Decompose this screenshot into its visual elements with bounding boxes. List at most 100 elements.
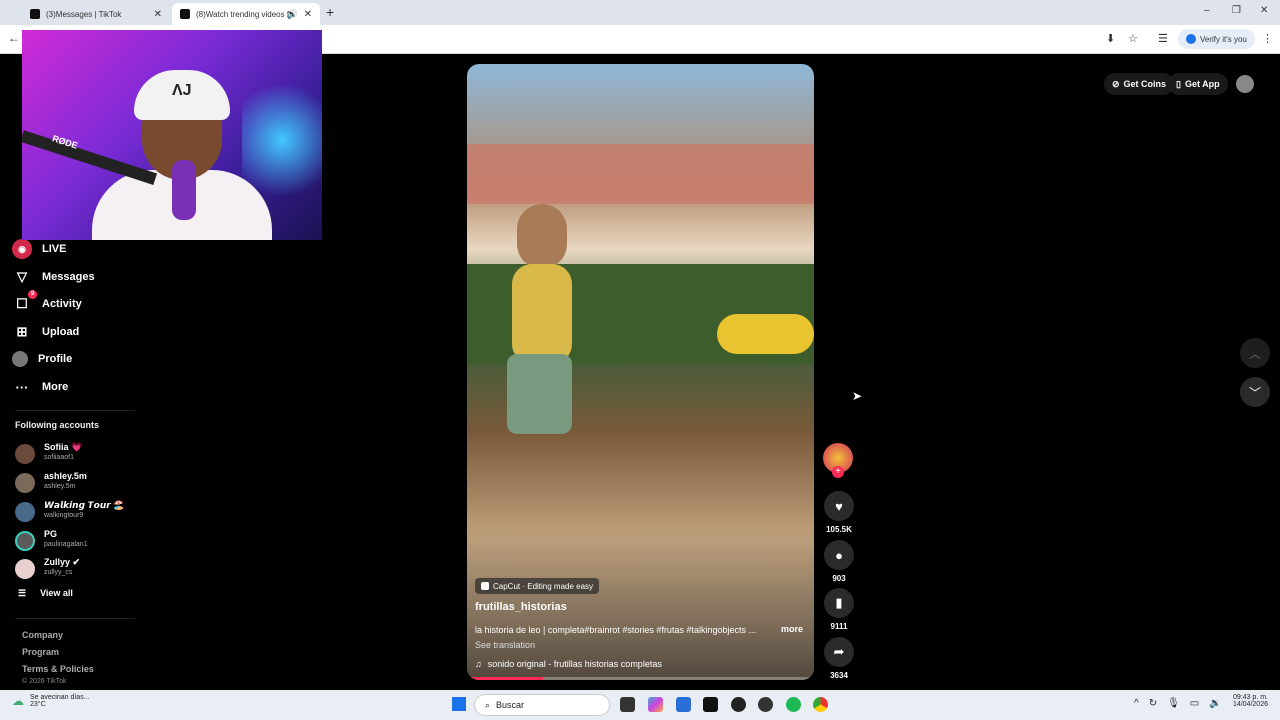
capcut-tag[interactable]: CapCut · Editing made easy (475, 578, 600, 594)
profile-avatar[interactable] (1236, 75, 1254, 93)
see-translation-link[interactable]: See translation (475, 640, 535, 650)
divider (15, 618, 135, 619)
copyright: © 2026 TikTok (22, 678, 67, 685)
comment-count: 903 (832, 574, 846, 583)
verify-identity-chip[interactable]: Verify it's you (1178, 29, 1255, 49)
follow-plus-icon[interactable]: + (832, 466, 844, 478)
video-progress-fill (467, 677, 544, 680)
video-progress-bar[interactable] (467, 677, 814, 680)
video-sound[interactable]: ♫ sonido original - frutillas historias … (475, 659, 662, 669)
taskbar-clock[interactable]: 09:43 p. m. 14/04/2026 (1228, 694, 1268, 708)
task-view-icon[interactable] (620, 697, 635, 712)
volume-icon[interactable]: 🔉 (1209, 698, 1221, 709)
bookmark-star-icon[interactable]: ☆ (1128, 32, 1138, 45)
sidebar-item-label: Messages (42, 271, 95, 283)
previous-video-button[interactable]: ︿ (1240, 338, 1270, 368)
microphone-icon[interactable]: 🎙 (1167, 698, 1180, 709)
video-player[interactable]: CapCut · Editing made easy frutillas_his… (467, 64, 814, 680)
microphone (172, 160, 196, 220)
windows-taskbar: ☁ Se avecinan días... 23°C ⌕ Buscar ^ ↻ … (0, 690, 1280, 720)
footer-link-terms[interactable]: Terms & Policies (22, 664, 94, 674)
chevron-down-icon: ﹀ (1248, 385, 1261, 400)
profile-icon (12, 351, 28, 367)
sidebar-item-label: Profile (38, 353, 73, 365)
get-coins-button[interactable]: ⊘ Get Coins (1104, 73, 1175, 95)
video-author[interactable]: frutillas_historias (475, 601, 567, 613)
app-icon[interactable] (731, 697, 746, 712)
sidebar-item-more[interactable]: ··· More (12, 376, 69, 398)
sidebar-item-activity[interactable]: ☐ 9 Activity (12, 290, 82, 315)
copilot-icon[interactable] (648, 697, 663, 712)
back-arrow-icon[interactable]: ← (8, 31, 20, 45)
chrome-icon[interactable] (813, 697, 828, 712)
sidebar-item-upload[interactable]: ⊞ Upload (12, 321, 80, 343)
comment-action[interactable]: ● 903 (823, 540, 855, 583)
video-character-head (517, 204, 567, 269)
chevron-up-icon[interactable]: ^ (1134, 698, 1139, 709)
sidebar-item-label: More (42, 381, 69, 393)
webcam-overlay: ΛJ RØDE (22, 30, 322, 240)
new-tab-button[interactable]: + (326, 4, 334, 20)
footer-link-company[interactable]: Company (22, 630, 63, 640)
following-account[interactable]: Zullyy ✔ zullyy_cs (15, 557, 140, 583)
close-tab-icon[interactable]: ✕ (154, 9, 162, 20)
view-all-label: View all (40, 588, 73, 598)
activity-badge: 9 (28, 290, 37, 299)
following-account[interactable]: PG paulinagalan1 (15, 529, 140, 555)
close-window-button[interactable]: ✕ (1260, 5, 1268, 16)
weather-text: Se avecinan días... (30, 694, 90, 701)
messages-icon: ▽ (17, 269, 27, 284)
following-account[interactable]: 𝙒𝙖𝙡𝙠𝙞𝙣𝙜 𝙏𝙤𝙪𝙧 🏖️ walkingtour9 (15, 500, 140, 526)
tab-search-icon[interactable]: ☰ (1158, 32, 1168, 45)
store-icon[interactable] (676, 697, 691, 712)
share-icon[interactable]: ➦ (824, 637, 854, 667)
sidebar-item-live[interactable]: ◉ LIVE (12, 238, 66, 260)
footer-link-program[interactable]: Program (22, 647, 59, 657)
get-coins-label: Get Coins (1123, 79, 1167, 89)
close-tab-icon[interactable]: ✕ (304, 9, 312, 20)
bookmark-icon[interactable]: ▮ (824, 588, 854, 618)
obs-icon[interactable] (758, 697, 773, 712)
sidebar-item-profile[interactable]: Profile (12, 348, 72, 370)
windows-start-icon[interactable] (452, 697, 466, 711)
like-count: 105.5K (826, 525, 852, 534)
kebab-menu-icon[interactable]: ⋮ (1262, 32, 1273, 45)
taskbar-search[interactable]: ⌕ Buscar (474, 694, 610, 716)
phone-icon: ▯ (1176, 78, 1181, 89)
maximize-button[interactable]: ❐ (1232, 5, 1241, 16)
browser-tab-messages[interactable]: (3)Messages | TikTok ✕ (22, 3, 170, 25)
heart-icon[interactable]: ♥ (824, 491, 854, 521)
mic-arm (22, 130, 158, 185)
audio-playing-icon[interactable]: 🔊 (287, 9, 298, 20)
account-name: Zullyy ✔ (44, 557, 81, 567)
save-count: 9111 (830, 622, 848, 631)
account-name: Sofiia 💗 (44, 442, 83, 452)
avatar (15, 473, 35, 493)
video-scene-fruit (717, 314, 814, 354)
search-icon: ⌕ (485, 699, 491, 710)
following-account[interactable]: Sofiia 💗 sofiiaaof1 (15, 442, 140, 468)
minimize-button[interactable]: – (1204, 5, 1210, 16)
tab-title: (3)Messages | TikTok (46, 9, 122, 19)
share-action[interactable]: ➦ 3634 (823, 637, 855, 680)
following-account[interactable]: ashley.5m ashley.5m (15, 471, 140, 497)
clock-date: 14/04/2026 (1232, 701, 1268, 708)
terminal-icon[interactable] (703, 697, 718, 712)
weather-widget[interactable]: ☁ Se avecinan días... 23°C (12, 694, 90, 708)
more-link[interactable]: more (781, 624, 803, 634)
comment-icon[interactable]: ● (824, 540, 854, 570)
sidebar-item-messages[interactable]: ▽ Messages (12, 266, 95, 288)
network-icon[interactable]: ▭ (1190, 698, 1199, 709)
account-handle: sofiiaaof1 (44, 454, 74, 461)
install-app-icon[interactable]: ⬇ (1106, 32, 1115, 45)
browser-tab-trending[interactable]: (8)Watch trending videos fo 🔊 ✕ (172, 3, 320, 25)
view-all-link[interactable]: ☰ View all (18, 588, 73, 599)
sync-icon[interactable]: ↻ (1149, 698, 1157, 709)
spotify-icon[interactable] (786, 697, 801, 712)
save-action[interactable]: ▮ 9111 (823, 588, 855, 631)
next-video-button[interactable]: ﹀ (1240, 377, 1270, 407)
activity-icon: ☐ 9 (12, 290, 37, 314)
get-app-button[interactable]: ▯ Get App (1168, 73, 1228, 95)
like-action[interactable]: ♥ 105.5K (823, 491, 855, 534)
video-character-skirt (507, 354, 572, 434)
